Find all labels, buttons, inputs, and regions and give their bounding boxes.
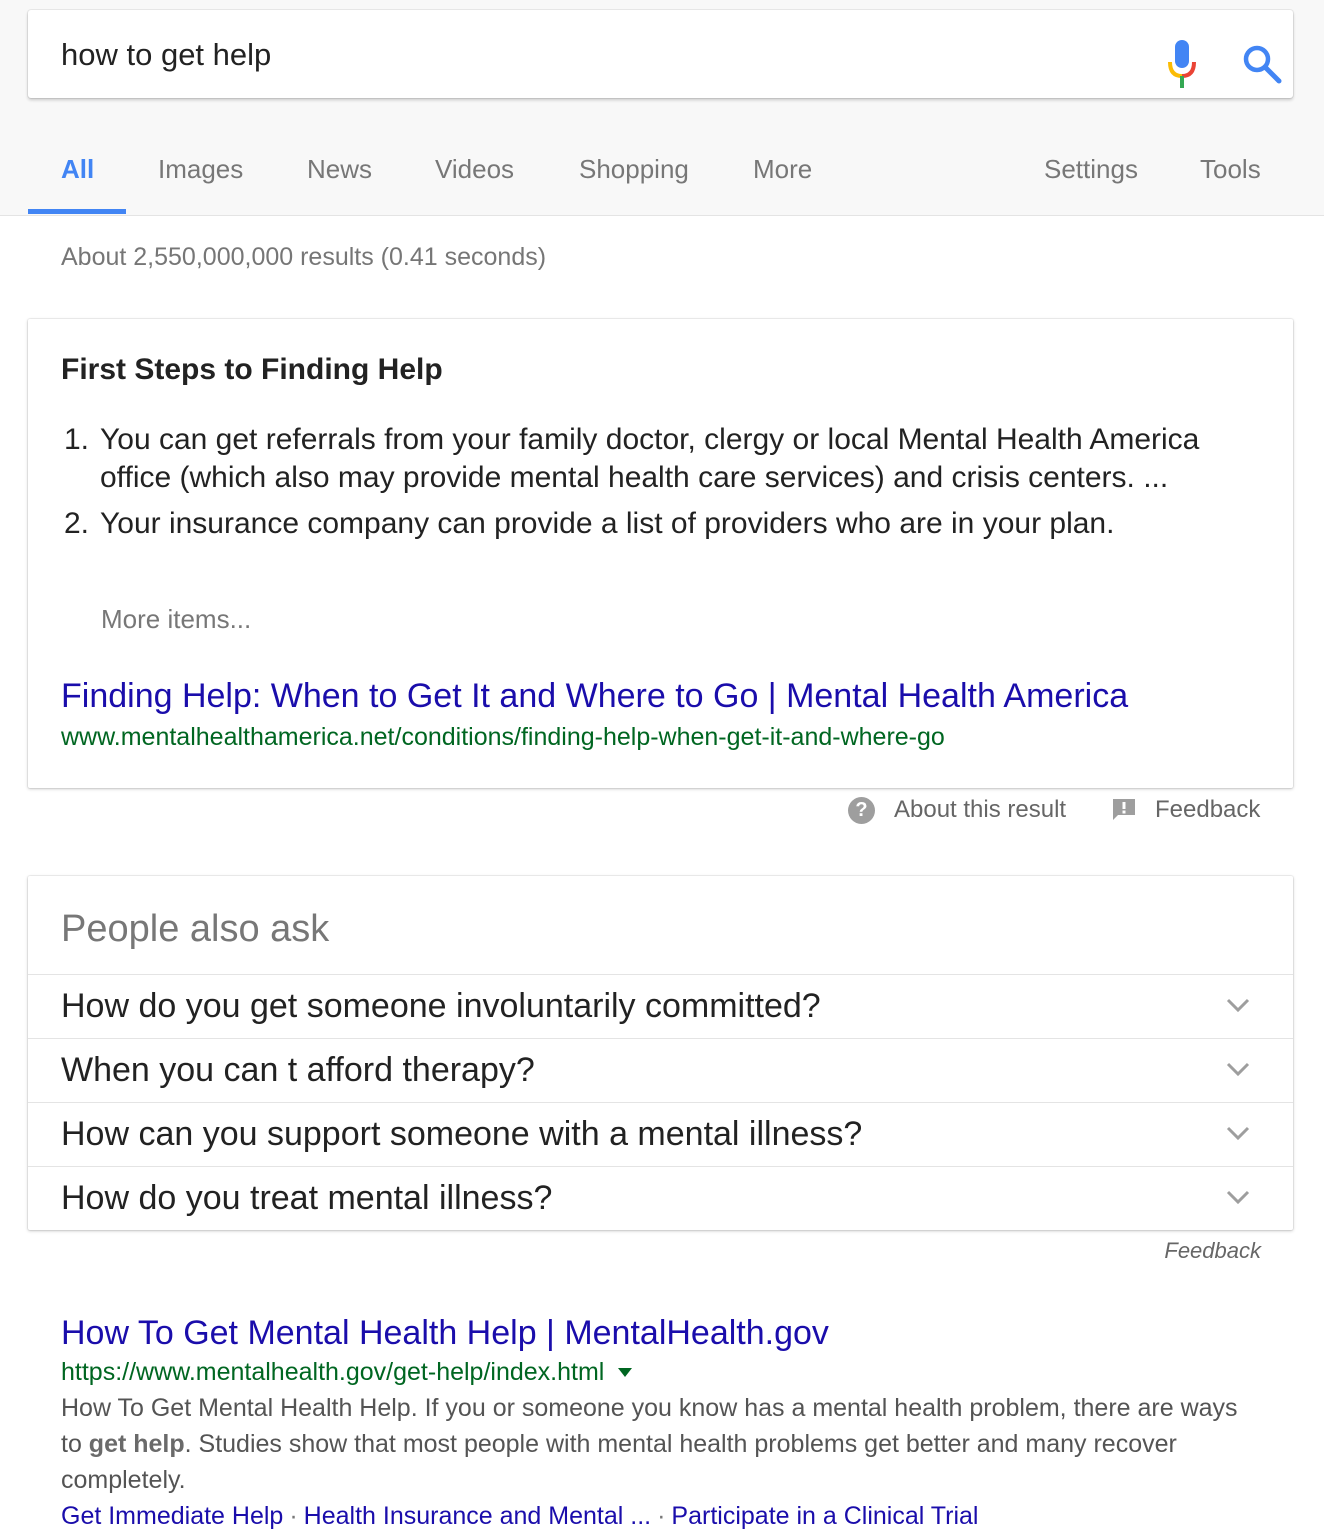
result-title-link[interactable]: How To Get Mental Health Help | MentalHe… <box>61 1312 1261 1354</box>
about-this-result-label: About this result <box>894 796 1067 823</box>
sitelink-health-insurance[interactable]: Health Insurance and Mental ... <box>304 1502 651 1530</box>
microphone-icon[interactable] <box>1166 40 1198 88</box>
question-row[interactable]: When you can t afford therapy? <box>28 1038 1293 1102</box>
snippet-source-url: www.mentalhealthamerica.net/conditions/f… <box>61 723 945 751</box>
sitelink-clinical-trial[interactable]: Participate in a Clinical Trial <box>671 1502 978 1530</box>
search-tabs: All Images News Videos Shopping More Set… <box>0 140 1324 216</box>
chevron-down-icon <box>1226 1062 1250 1077</box>
result-stats: About 2,550,000,000 results (0.41 second… <box>61 243 547 271</box>
search-result: How To Get Mental Health Help | MentalHe… <box>61 1312 1261 1534</box>
list-item-number: 2. <box>64 507 90 540</box>
help-circle-icon: ? <box>848 796 875 824</box>
active-tab-indicator <box>28 209 126 214</box>
question-text: How do you get someone involuntarily com… <box>61 987 821 1025</box>
question-text: How can you support someone with a menta… <box>61 1115 863 1153</box>
tab-videos[interactable]: Videos <box>435 154 514 185</box>
sitelink-separator: · <box>657 1502 666 1530</box>
feedback-label: Feedback <box>1155 796 1261 823</box>
question-row[interactable]: How can you support someone with a menta… <box>28 1102 1293 1166</box>
snippet-feedback-button[interactable]: Feedback <box>1111 796 1260 824</box>
question-row[interactable]: How do you treat mental illness? <box>28 1166 1293 1230</box>
tab-tools[interactable]: Tools <box>1200 154 1261 185</box>
result-url-text: https://www.mentalhealth.gov/get-help/in… <box>61 1358 605 1386</box>
sitelink-separator: · <box>289 1502 298 1530</box>
sitelink-get-immediate-help[interactable]: Get Immediate Help <box>61 1502 283 1530</box>
tab-all[interactable]: All <box>61 154 94 185</box>
about-this-result-button[interactable]: ? About this result <box>848 796 1066 824</box>
tab-shopping[interactable]: Shopping <box>579 154 689 185</box>
question-text: How do you treat mental illness? <box>61 1179 553 1217</box>
snippet-list: 1. You can get referrals from your famil… <box>64 421 1264 551</box>
list-item: 2. Your insurance company can provide a … <box>64 505 1264 543</box>
people-also-ask: People also ask How do you get someone i… <box>28 876 1293 1230</box>
tab-images[interactable]: Images <box>158 154 243 185</box>
feedback-icon <box>1113 799 1135 820</box>
list-item: 1. You can get referrals from your famil… <box>64 421 1264 497</box>
list-item-text: You can get referrals from your family d… <box>100 423 1200 494</box>
chevron-down-icon <box>1226 998 1250 1013</box>
list-item-text: Your insurance company can provide a lis… <box>100 507 1115 540</box>
people-also-ask-feedback[interactable]: Feedback <box>1164 1238 1261 1264</box>
more-items-link[interactable]: More items... <box>101 604 251 635</box>
search-icon[interactable] <box>1242 44 1282 84</box>
result-desc-highlight: get help <box>88 1430 185 1458</box>
snippet-source-link[interactable]: Finding Help: When to Get It and Where t… <box>61 677 1128 716</box>
search-box <box>28 10 1293 98</box>
result-description: How To Get Mental Health Help. If you or… <box>61 1390 1261 1498</box>
chevron-down-icon <box>1226 1126 1250 1141</box>
search-input[interactable] <box>61 37 1111 73</box>
sitelinks: Get Immediate Help · Health Insurance and … <box>61 1498 1261 1534</box>
question-text: When you can t afford therapy? <box>61 1051 535 1089</box>
list-item-number: 1. <box>64 423 90 456</box>
dropdown-arrow-icon[interactable] <box>618 1367 633 1377</box>
result-desc-text: . Studies show that most people with men… <box>61 1430 1177 1494</box>
people-also-ask-title: People also ask <box>61 908 330 950</box>
tab-news[interactable]: News <box>307 154 372 185</box>
snippet-title: First Steps to Finding Help <box>61 353 443 386</box>
featured-snippet: First Steps to Finding Help 1. You can g… <box>28 319 1293 788</box>
result-url: https://www.mentalhealth.gov/get-help/in… <box>61 1354 1261 1390</box>
tab-settings[interactable]: Settings <box>1044 154 1138 185</box>
tab-more[interactable]: More <box>753 154 812 185</box>
search-header: All Images News Videos Shopping More Set… <box>0 0 1324 216</box>
question-row[interactable]: How do you get someone involuntarily com… <box>28 974 1293 1038</box>
chevron-down-icon <box>1226 1190 1250 1205</box>
